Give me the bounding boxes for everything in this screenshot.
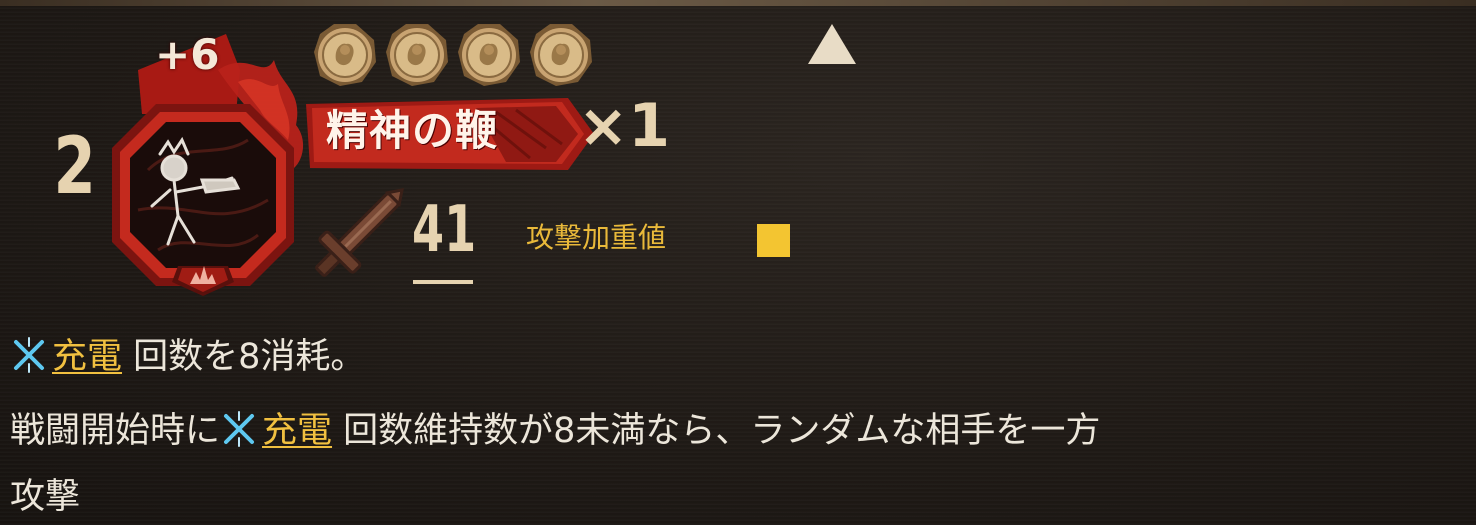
coin-icon xyxy=(314,24,376,86)
description-text: 戦闘開始時に xyxy=(10,411,221,451)
description-line-1: 充電 回数を8消耗。 xyxy=(10,336,365,378)
coin-icon xyxy=(530,24,592,86)
card-count: ×1 xyxy=(578,91,671,161)
charge-keyword-icon xyxy=(224,411,255,447)
attribute-color-swatch xyxy=(757,224,790,257)
keyword-charge[interactable]: 充電 xyxy=(52,337,122,377)
sword-icon xyxy=(315,188,404,277)
coin-icon xyxy=(458,24,520,86)
description-text: 回数維持数が8未満なら、ランダムな相手を一方 xyxy=(332,411,1101,451)
tooltip-panel: 2 +6 精神の鞭 ×1 41 攻撃加重値 充電 回数を8消耗。 戦闘開始時に … xyxy=(0,0,1476,525)
description-line-3: 攻撃 xyxy=(10,477,81,517)
coin-icon xyxy=(386,24,448,86)
panel-top-border xyxy=(0,0,1476,6)
description-text: 回数を8消耗。 xyxy=(122,337,366,377)
level-badge: +6 xyxy=(155,30,220,79)
description-line-2: 戦闘開始時に 充電 回数維持数が8未満なら、ランダムな相手を一方 xyxy=(10,410,1100,452)
card-name: 精神の鞭 xyxy=(326,106,499,155)
cost-number: 2 xyxy=(53,122,96,212)
attack-underline xyxy=(413,280,473,284)
coin-row xyxy=(312,22,594,88)
charge-keyword-icon xyxy=(14,337,44,373)
keyword-charge[interactable]: 充電 xyxy=(262,411,332,451)
attack-value: 41 xyxy=(412,193,477,267)
attribute-label: 攻撃加重値 xyxy=(526,221,667,254)
up-arrow-icon[interactable] xyxy=(808,24,856,64)
